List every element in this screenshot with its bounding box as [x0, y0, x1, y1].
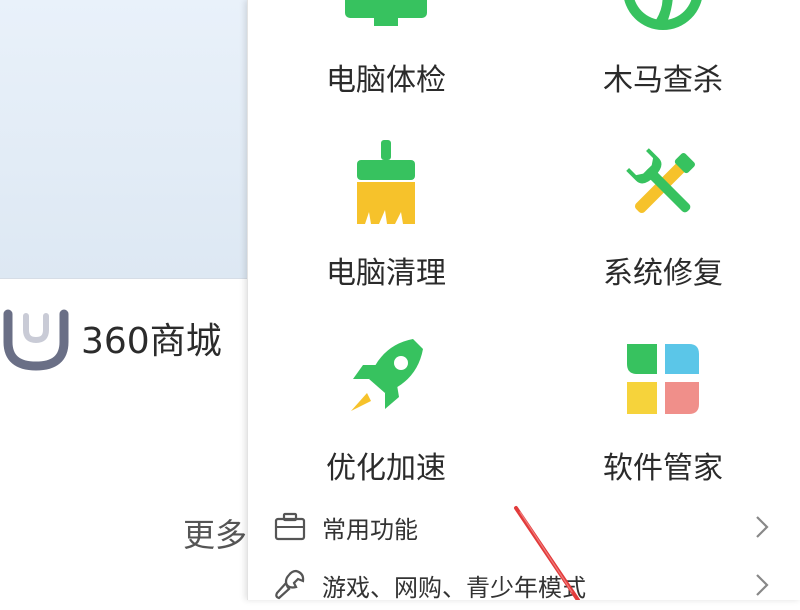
mall-label: 360商城 [81, 320, 222, 362]
tool-computer-cleanup[interactable]: 电脑清理 [286, 140, 486, 291]
menu-label: 常用功能 [322, 515, 418, 544]
tool-label: 软件管家 [603, 451, 723, 486]
tool-label: 系统修复 [603, 256, 723, 291]
tool-optimize-speed[interactable]: 优化加速 [286, 335, 486, 486]
tool-software-manager[interactable]: 软件管家 [563, 335, 763, 486]
chevron-right-icon [756, 516, 769, 538]
rocket-icon [351, 339, 423, 411]
software-manager-icon [627, 344, 699, 414]
menu-label: 游戏、网购、青少年模式 [322, 573, 586, 602]
tool-computer-checkup[interactable]: 电脑体检 [286, 0, 486, 110]
monitor-icon [345, 0, 427, 26]
tool-label: 木马查杀 [603, 63, 723, 98]
more-link[interactable]: 更多 [183, 510, 247, 556]
tool-label: 优化加速 [326, 451, 446, 486]
background-banner [0, 0, 248, 278]
trojan-scan-icon [624, 0, 702, 30]
tool-trojan-scan[interactable]: 木马查杀 [563, 0, 763, 110]
divider [0, 278, 248, 279]
tool-label: 电脑体检 [326, 63, 446, 98]
tool-system-repair[interactable]: 系统修复 [563, 140, 763, 291]
menu-item-common-functions[interactable]: 常用功能 [248, 502, 800, 552]
menu-item-games-shopping-youth[interactable]: 游戏、网购、青少年模式 [248, 560, 800, 610]
mall-link[interactable]: 360商城 [0, 300, 222, 375]
wrench-icon [275, 569, 305, 600]
tool-label: 电脑清理 [326, 256, 446, 291]
repair-tools-icon [626, 148, 695, 214]
toolbox-icon [274, 512, 306, 541]
mall-logo-icon [3, 309, 69, 371]
tools-panel: 电脑体检 木马查杀 电脑清理 系统修复 优化加速 软件管家 常用功能 游戏、网购… [247, 0, 800, 602]
brush-icon [357, 140, 415, 224]
chevron-right-icon [756, 574, 769, 596]
